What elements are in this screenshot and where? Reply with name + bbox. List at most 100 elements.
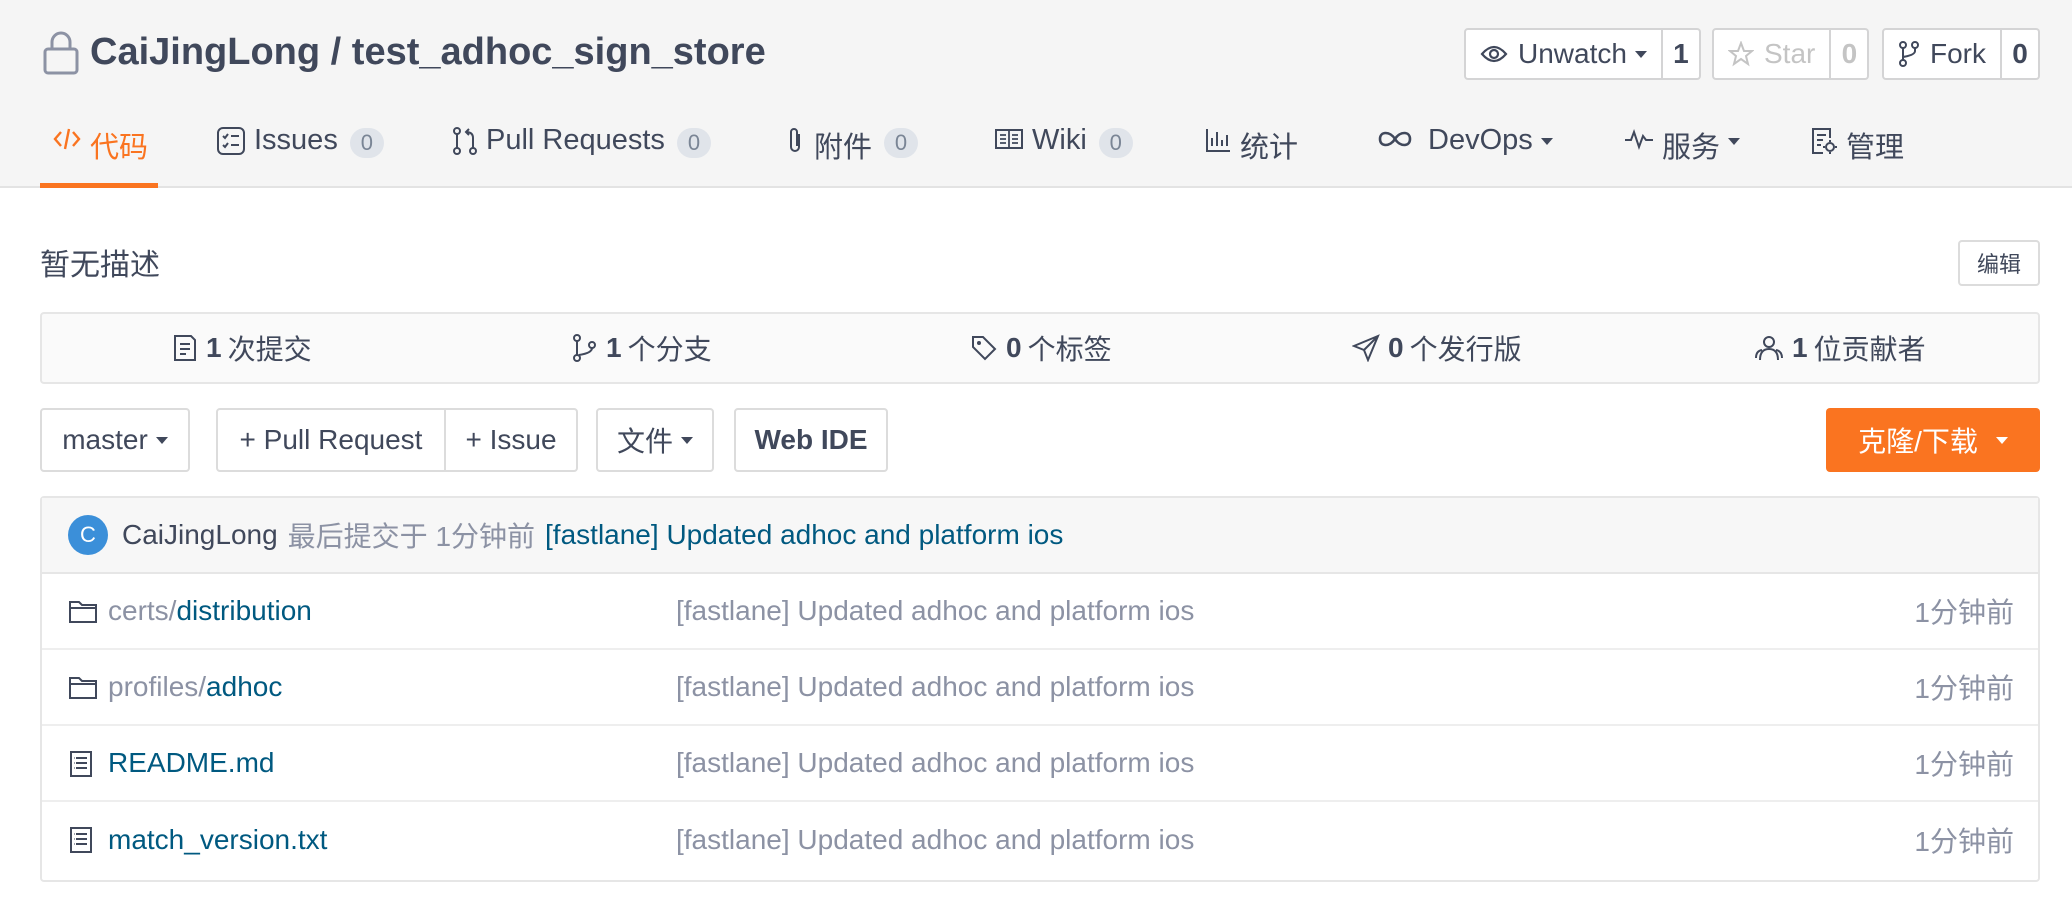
stat-commits-label: 次提交: [227, 334, 312, 365]
stat-commits[interactable]: 1 次提交: [172, 314, 312, 382]
table-row: match_version.txt [fastlane] Updated adh…: [42, 802, 2038, 878]
file-time: 1分钟前: [1914, 749, 2014, 780]
star-button[interactable]: Star: [1712, 28, 1832, 80]
stat-tags-label: 个标签: [1027, 334, 1112, 365]
stat-contributors[interactable]: 1 位贡献者: [1754, 314, 1926, 382]
tab-pull-requests[interactable]: Pull Requests 0: [452, 110, 711, 188]
settings-document-icon: [1812, 128, 1837, 154]
tab-issues[interactable]: Issues 0: [216, 110, 384, 188]
file-commit-message[interactable]: [fastlane] Updated adhoc and platform io…: [676, 671, 1194, 703]
code-icon: [53, 128, 81, 150]
stat-branches-count: 1: [606, 332, 622, 363]
avatar[interactable]: C: [68, 515, 108, 555]
eye-icon: [1480, 45, 1508, 63]
tab-issues-label: Issues: [254, 124, 338, 156]
tab-attachments[interactable]: 附件 0: [784, 110, 919, 188]
latest-commit-bar: C CaiJingLong 最后提交于 1分钟前 [fastlane] Upda…: [42, 498, 2038, 574]
tab-wiki-badge: 0: [1098, 128, 1133, 158]
table-row: certs/distribution [fastlane] Updated ad…: [42, 574, 2038, 650]
chevron-down-icon: [155, 436, 168, 444]
stat-releases-label: 个发行版: [1409, 334, 1522, 365]
unwatch-button[interactable]: Unwatch: [1464, 28, 1663, 80]
file-name-link[interactable]: match_version.txt: [108, 824, 327, 856]
new-pull-request-button[interactable]: + Pull Request: [216, 408, 446, 472]
chevron-down-icon: [681, 436, 693, 444]
stat-releases[interactable]: 0 个发行版: [1352, 314, 1522, 382]
file-name: README.md: [108, 747, 275, 778]
star-count[interactable]: 0: [1831, 28, 1870, 80]
tab-devops[interactable]: DevOps: [1376, 110, 1553, 188]
file-menu-label: 文件: [616, 426, 673, 457]
edit-description-button[interactable]: 编辑: [1958, 240, 2040, 286]
file-name-link[interactable]: profiles/adhoc: [108, 671, 282, 703]
paperclip-icon: [790, 128, 800, 152]
file-commit-message[interactable]: [fastlane] Updated adhoc and platform io…: [676, 595, 1194, 627]
star-group: Star 0: [1712, 28, 1870, 80]
stat-tags-count: 0: [1006, 332, 1022, 363]
tab-wiki[interactable]: Wiki 0: [994, 110, 1133, 188]
tab-attachments-badge: 0: [884, 128, 919, 158]
repo-name-link[interactable]: test_adhoc_sign_store: [352, 31, 766, 73]
tab-code-label: 代码: [90, 132, 149, 164]
file-commit-message[interactable]: [fastlane] Updated adhoc and platform io…: [676, 824, 1194, 856]
watch-group: Unwatch 1: [1464, 28, 1701, 80]
file-text-icon: [70, 827, 92, 853]
stat-tags[interactable]: 0 个标签: [970, 314, 1112, 382]
tab-attachments-label: 附件: [814, 132, 873, 164]
fork-group: Fork 0: [1882, 28, 2040, 80]
commit-time: 最后提交于 1分钟前: [287, 521, 536, 552]
tab-services-label: 服务: [1662, 132, 1721, 164]
commit-icon: [174, 335, 196, 361]
file-time: 1分钟前: [1914, 826, 2014, 857]
fork-button[interactable]: Fork: [1882, 28, 2002, 80]
watch-count[interactable]: 1: [1662, 28, 1701, 80]
fork-count[interactable]: 0: [2002, 28, 2040, 80]
branch-select[interactable]: master: [40, 408, 190, 472]
tab-manage[interactable]: 管理: [1810, 110, 1904, 188]
web-ide-button[interactable]: Web IDE: [734, 408, 888, 472]
repo-title: CaiJingLong / test_adhoc_sign_store: [40, 26, 766, 78]
file-text-icon: [70, 751, 92, 777]
file-name-link[interactable]: README.md: [108, 747, 274, 779]
new-issue-button[interactable]: + Issue: [444, 408, 578, 472]
tab-pull-requests-label: Pull Requests: [486, 124, 665, 156]
clone-download-button[interactable]: 克隆/下载: [1826, 408, 2040, 472]
clone-download-label: 克隆/下载: [1858, 426, 1978, 457]
commit-author-link[interactable]: CaiJingLong: [122, 519, 278, 551]
tab-services[interactable]: 服务: [1624, 110, 1741, 188]
tab-statistics[interactable]: 统计: [1204, 110, 1298, 188]
fork-label: Fork: [1930, 38, 1986, 69]
tab-issues-badge: 0: [349, 128, 384, 158]
unwatch-label: Unwatch: [1518, 38, 1627, 69]
file-menu-button[interactable]: 文件: [596, 408, 714, 472]
stat-releases-count: 0: [1388, 332, 1404, 363]
table-row: README.md [fastlane] Updated adhoc and p…: [42, 726, 2038, 802]
repo-owner-link[interactable]: CaiJingLong: [90, 31, 320, 73]
file-commit-message[interactable]: [fastlane] Updated adhoc and platform io…: [676, 747, 1194, 779]
file-name: match_version.txt: [108, 824, 328, 855]
repo-description: 暂无描述: [40, 249, 160, 282]
paper-plane-icon: [1352, 334, 1380, 362]
tab-manage-label: 管理: [1846, 132, 1905, 164]
commit-message-link[interactable]: [fastlane] Updated adhoc and platform io…: [545, 519, 1063, 551]
lock-icon: [43, 31, 79, 75]
folder-icon: [69, 677, 97, 699]
stat-branches-label: 个分支: [627, 334, 712, 365]
file-name: distribution: [176, 595, 312, 626]
tab-code[interactable]: 代码: [40, 110, 158, 188]
repo-separator: /: [320, 30, 352, 73]
branch-icon: [573, 334, 596, 362]
file-name: adhoc: [206, 671, 283, 702]
stat-contributors-label: 位贡献者: [1813, 334, 1926, 365]
fork-icon: [1899, 41, 1919, 67]
star-label: Star: [1764, 38, 1816, 69]
chevron-down-icon: [1634, 50, 1647, 58]
file-name-link[interactable]: certs/distribution: [108, 595, 312, 627]
tab-pull-requests-badge: 0: [676, 128, 711, 158]
issues-icon: [217, 127, 245, 155]
bar-chart-icon: [1206, 129, 1230, 152]
repo-stats-bar: 1 次提交 1 个分支 0 个标签 0 个发行版 1 位贡献者: [40, 312, 2040, 384]
file-list: C CaiJingLong 最后提交于 1分钟前 [fastlane] Upda…: [40, 496, 2040, 882]
stat-branches[interactable]: 1 个分支: [572, 314, 712, 382]
table-row: profiles/adhoc [fastlane] Updated adhoc …: [42, 650, 2038, 726]
